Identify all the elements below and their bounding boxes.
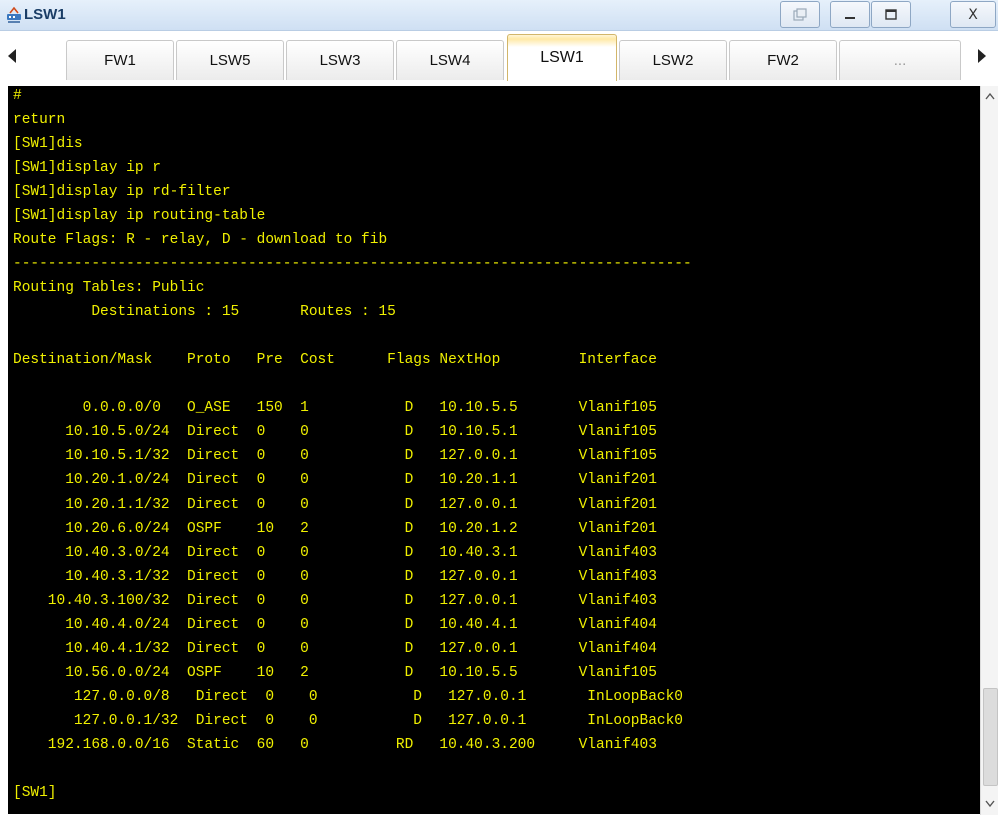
terminal-line: Route Flags: R - relay, D - download to … <box>13 232 388 249</box>
tab-label: LSW2 <box>652 52 694 69</box>
terminal-line: 10.40.4.1/32 Direct 0 0 D 127.0.0.1 Vlan… <box>13 640 657 657</box>
terminal-output[interactable]: # return [SW1]dis [SW1]display ip r [SW1]dis… <box>8 86 980 814</box>
terminal-line: 10.20.1.1/32 Direct 0 0 D 127.0.0.1 Vlan… <box>13 496 657 513</box>
tab-fw2[interactable]: FW2 <box>729 40 837 80</box>
tab-label: ... <box>893 52 907 69</box>
terminal-line: 0.0.0.0/0 O_ASE 150 1 D 10.10.5.5 Vlanif… <box>13 400 657 417</box>
restore-icon <box>793 7 807 21</box>
terminal-line: 127.0.0.1/32 Direct 0 0 D 127.0.0.1 InLo… <box>13 712 684 729</box>
terminal-line: 10.10.5.1/32 Direct 0 0 D 127.0.0.1 Vlan… <box>13 448 657 465</box>
terminal-line: 10.20.1.0/24 Direct 0 0 D 10.20.1.1 Vlan… <box>13 472 657 489</box>
tab-more[interactable]: ... <box>839 40 961 80</box>
maximize-icon <box>885 8 897 20</box>
terminal-line: Destination/Mask Proto Pre Cost Flags Ne… <box>13 352 657 369</box>
scrollbar-thumb[interactable] <box>983 688 998 786</box>
terminal-line: Destinations : 15 Routes : 15 <box>13 304 396 321</box>
close-icon: X <box>968 6 978 23</box>
terminal-line: 192.168.0.0/16 Static 60 0 RD 10.40.3.20… <box>13 736 657 753</box>
terminal-line: 10.40.3.100/32 Direct 0 0 D 127.0.0.1 Vl… <box>13 592 657 609</box>
tab-lsw2[interactable]: LSW2 <box>619 40 727 80</box>
terminal-line: 127.0.0.0/8 Direct 0 0 D 127.0.0.1 InLoo… <box>13 688 684 705</box>
minimize-button[interactable] <box>830 1 870 28</box>
title-bar: LSW1 X <box>0 0 998 31</box>
terminal-line: [SW1] <box>13 784 57 801</box>
device-network-icon <box>7 6 21 23</box>
terminal-line: [SW1]display ip rd-filter <box>13 184 231 201</box>
tab-lsw3[interactable]: LSW3 <box>286 40 394 80</box>
terminal-line: 10.40.3.0/24 Direct 0 0 D 10.40.3.1 Vlan… <box>13 544 657 561</box>
close-button[interactable]: X <box>950 1 996 28</box>
terminal-line: [SW1]display ip r <box>13 160 161 177</box>
scroll-right-icon[interactable] <box>976 48 988 64</box>
scroll-down-icon[interactable] <box>985 798 995 808</box>
terminal-line: 10.10.5.0/24 Direct 0 0 D 10.10.5.1 Vlan… <box>13 424 657 441</box>
vertical-scrollbar[interactable] <box>980 86 998 815</box>
tab-lsw4[interactable]: LSW4 <box>396 40 504 80</box>
restore-button[interactable] <box>780 1 820 28</box>
tab-lsw5[interactable]: LSW5 <box>176 40 284 80</box>
terminal-line: 10.40.3.1/32 Direct 0 0 D 127.0.0.1 Vlan… <box>13 568 657 585</box>
terminal-line: 10.20.6.0/24 OSPF 10 2 D 10.20.1.2 Vlani… <box>13 520 657 537</box>
terminal-line: ----------------------------------------… <box>13 256 692 273</box>
tab-lsw1[interactable]: LSW1 <box>507 34 617 81</box>
minimize-icon <box>845 16 855 19</box>
maximize-button[interactable] <box>871 1 911 28</box>
tab-label: LSW4 <box>429 52 471 69</box>
tab-label: FW2 <box>767 52 799 69</box>
terminal-line: return <box>13 112 66 129</box>
terminal-line: 10.40.4.0/24 Direct 0 0 D 10.40.4.1 Vlan… <box>13 616 657 633</box>
scroll-left-icon[interactable] <box>6 48 18 64</box>
window-title: LSW1 <box>24 6 66 23</box>
tab-label: FW1 <box>104 52 136 69</box>
terminal-line: 10.56.0.0/24 OSPF 10 2 D 10.10.5.5 Vlani… <box>13 664 657 681</box>
tab-label: LSW1 <box>540 49 584 66</box>
tab-fw1[interactable]: FW1 <box>66 40 174 80</box>
terminal-line: [SW1]display ip routing-table <box>13 208 266 225</box>
tab-bar: FW1 LSW5 LSW3 LSW4 LSW1 LSW2 FW2 ... <box>0 31 998 85</box>
scroll-up-icon[interactable] <box>985 92 995 102</box>
tab-label: LSW5 <box>209 52 251 69</box>
terminal-line: # <box>13 88 22 104</box>
tab-label: LSW3 <box>319 52 361 69</box>
terminal-line: [SW1]dis <box>13 136 83 153</box>
terminal-line: Routing Tables: Public <box>13 280 205 297</box>
